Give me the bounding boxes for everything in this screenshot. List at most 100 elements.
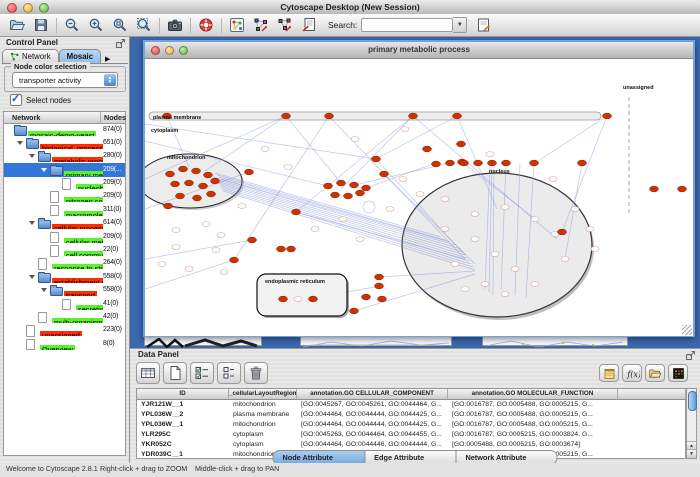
network-edge[interactable] <box>562 116 607 232</box>
tree-col-nodes[interactable]: Nodes <box>104 113 126 122</box>
network-node-selected[interactable] <box>331 192 340 198</box>
scroll-down-arrow[interactable]: ▼ <box>687 449 696 458</box>
table-cell[interactable]: mitochondrion <box>229 420 297 430</box>
network-node[interactable] <box>238 204 246 209</box>
network-node[interactable] <box>549 177 557 182</box>
search-dropdown-button[interactable]: ▼ <box>453 17 467 33</box>
tree-row-mosaic-demo-yeast[interactable]: mosaic-demo-yeast874(0) <box>4 123 125 136</box>
select-attributes-button[interactable] <box>190 362 214 384</box>
table-cell[interactable]: [GO:0045263, GO:0044464, GO:0044455, G..… <box>297 430 448 440</box>
table-cell[interactable]: YKR052C <box>137 440 229 450</box>
network-node[interactable] <box>501 292 509 297</box>
network-node[interactable] <box>491 252 499 257</box>
network-node-selected[interactable] <box>380 171 389 177</box>
tree-row-cellular-process[interactable]: cellular process614(0) <box>4 217 125 230</box>
column-header-ID[interactable]: ID <box>137 389 229 399</box>
tab-mosaic[interactable]: Mosaic <box>59 49 101 63</box>
tree-row-unassigned[interactable]: unassigned223(0) <box>4 324 125 337</box>
network-node[interactable] <box>471 237 479 242</box>
network-node-selected[interactable] <box>432 161 441 167</box>
network-node-selected[interactable] <box>287 246 296 252</box>
network-node[interactable] <box>471 212 479 217</box>
column-header-annotation.GO CELLULAR_COMPONENT[interactable]: annotation.GO CELLULAR_COMPONENT <box>297 389 448 399</box>
table-cell[interactable]: YJR121W__1 <box>137 400 229 410</box>
network-node[interactable] <box>202 222 210 227</box>
float-panel-icon[interactable] <box>686 351 695 360</box>
network-node[interactable] <box>481 282 489 287</box>
table-cell[interactable]: [GO:0044464, GO:0044446, GO:0044444, G..… <box>297 440 448 450</box>
zoom-fit-button[interactable] <box>108 15 132 35</box>
network-node-selected[interactable] <box>460 160 469 166</box>
table-cell[interactable]: YPL036W__2 <box>137 410 229 420</box>
network-node-selected[interactable] <box>192 168 201 174</box>
network-node-selected[interactable] <box>530 160 539 166</box>
table-cell[interactable]: YLR295C <box>137 430 229 440</box>
tree-row-cell-communicati[interactable]: cell communicati22(0) <box>4 244 125 257</box>
table-row[interactable]: YJR121W__1mitochondrion[GO:0045267, GO:0… <box>137 400 685 410</box>
table-cell[interactable]: [GO:0016787, GO:0005488, GO:0005215, G..… <box>448 400 618 410</box>
self-loop-edge[interactable] <box>363 201 375 213</box>
network-node-selected[interactable] <box>356 190 365 196</box>
network-node-selected[interactable] <box>324 183 333 189</box>
network-node-selected[interactable] <box>409 113 418 119</box>
frame-titlebar[interactable]: primary metabolic process <box>145 42 693 59</box>
save-button[interactable] <box>29 15 53 35</box>
expand-triangle-icon[interactable] <box>29 221 35 225</box>
network-node[interactable] <box>441 197 449 202</box>
tree-row-nucleobase-co[interactable]: nucleobase-co209(0) <box>4 177 125 190</box>
network-node-selected[interactable] <box>245 169 254 175</box>
formula-button[interactable]: f(x) <box>622 364 642 382</box>
expand-triangle-icon[interactable] <box>17 141 23 145</box>
float-panel-icon[interactable] <box>116 39 125 48</box>
network-node-selected[interactable] <box>446 160 455 166</box>
snapshot-button[interactable] <box>163 15 187 35</box>
network-node[interactable] <box>339 217 347 222</box>
network-node[interactable] <box>461 287 469 292</box>
network-node[interactable] <box>212 248 220 253</box>
network-edge[interactable] <box>296 116 413 212</box>
network-edge[interactable] <box>535 116 607 163</box>
tree-row-nitrogen-compou[interactable]: nitrogen compou209(0) <box>4 190 125 203</box>
table-scrollbar[interactable]: ▲ ▼ <box>686 388 697 459</box>
network-node-selected[interactable] <box>350 308 359 314</box>
network-node-selected[interactable] <box>277 246 286 252</box>
network-node-selected[interactable] <box>176 193 185 199</box>
network-edge[interactable] <box>145 240 252 259</box>
scrollbar-thumb[interactable] <box>688 391 697 411</box>
network-node[interactable] <box>311 227 319 232</box>
tree-row-multi-organism-pro[interactable]: multi-organism pro42(0) <box>4 310 125 323</box>
table-row[interactable]: YLR295Ccytoplasm[GO:0045263, GO:0044464,… <box>137 430 685 440</box>
node-color-dropdown[interactable]: transporter activity ▲▼ <box>12 72 118 88</box>
tab-overflow-arrow[interactable]: ▶ <box>105 55 110 63</box>
tab-network[interactable]: Network <box>2 49 59 63</box>
network-node-selected[interactable] <box>344 193 353 199</box>
network-node[interactable] <box>571 207 579 212</box>
plasma-membrane-region[interactable] <box>149 112 601 120</box>
network-node-selected[interactable] <box>457 141 466 147</box>
network-node-selected[interactable] <box>337 180 346 186</box>
network-node[interactable] <box>441 227 449 232</box>
zoom-in-button[interactable] <box>84 15 108 35</box>
network-edge[interactable] <box>215 173 441 237</box>
network-node[interactable] <box>217 233 225 238</box>
network-node-selected[interactable] <box>362 294 371 300</box>
delete-attribute-button[interactable] <box>244 362 268 384</box>
network-node[interactable] <box>351 137 359 142</box>
network-node-selected[interactable] <box>204 172 213 178</box>
tree-row-establishment-of-lo[interactable]: establishment of lo558(0) <box>4 270 125 283</box>
table-cell[interactable]: YPL036W__1 <box>137 420 229 430</box>
tree-row-secretion[interactable]: secretion41(0) <box>4 297 125 310</box>
network-node-selected[interactable] <box>603 113 612 119</box>
network-node-selected[interactable] <box>171 181 180 187</box>
tree-col-network[interactable]: Network <box>12 113 40 122</box>
annotation-button[interactable] <box>297 15 321 35</box>
tree-row-macromolecule[interactable]: macromolecule311(0) <box>4 203 125 216</box>
network-edge[interactable] <box>376 116 457 159</box>
layout-a-button[interactable] <box>249 15 273 35</box>
table-cell[interactable]: [GO:0016787, GO:0005488, GO:0005215, G..… <box>448 410 618 420</box>
table-cell[interactable]: [GO:0044464, GO:0044444, GO:0044425, G..… <box>297 410 448 420</box>
network-node-selected[interactable] <box>502 160 511 166</box>
network-node[interactable] <box>586 227 594 232</box>
network-node-selected[interactable] <box>207 191 216 197</box>
select-nodes-checkbox[interactable] <box>10 94 22 106</box>
